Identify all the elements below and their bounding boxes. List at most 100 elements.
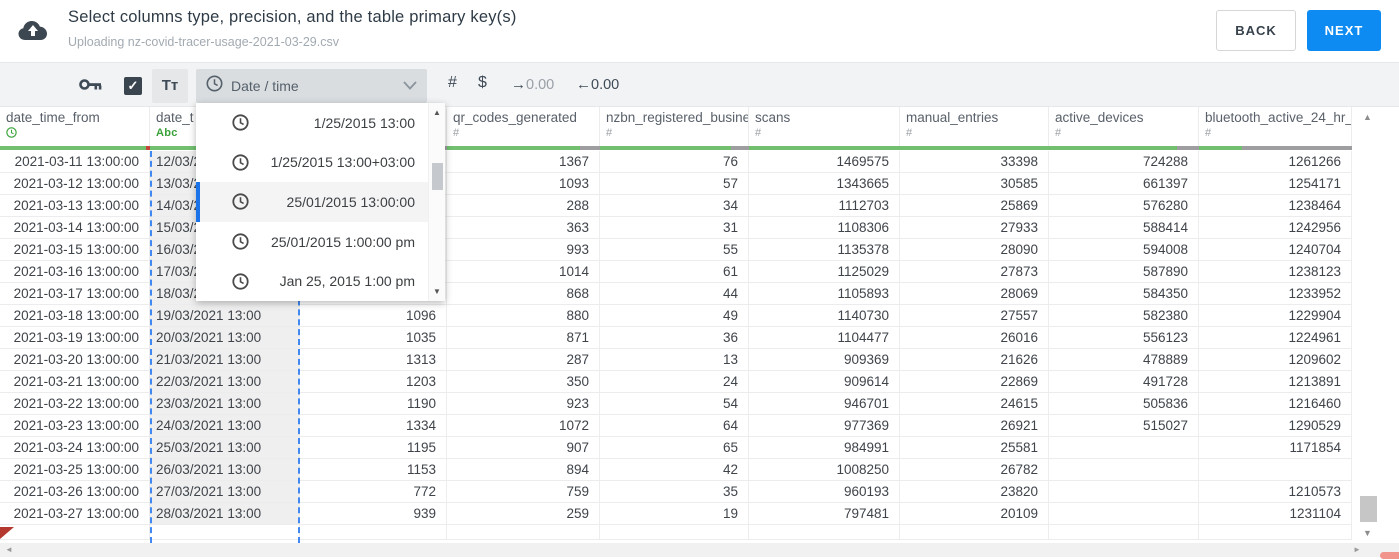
column-header-date_time_from[interactable]: date_time_from [0, 107, 150, 146]
currency-type-icon[interactable]: $ [478, 74, 487, 92]
scroll-down-icon[interactable]: ▼ [1363, 528, 1372, 538]
boolean-type-checkbox[interactable]: ✓ [124, 77, 142, 95]
clock-icon [232, 233, 249, 250]
table-cell: 2021-03-27 13:00:00 [0, 503, 150, 524]
empty-cell [447, 525, 600, 539]
table-cell: 923 [447, 393, 600, 414]
date-format-dropdown-list: 1/25/2015 13:00 1/25/2015 13:00+03:00 25/0… [196, 103, 445, 301]
text-type-button[interactable]: Tᴛ [152, 69, 188, 103]
table-cell: 259 [447, 503, 600, 524]
table-cell: 588414 [1049, 217, 1199, 238]
date-format-option[interactable]: 1/25/2015 13:00 [196, 103, 445, 143]
table-cell: 1105893 [749, 283, 900, 304]
table-cell: 287 [447, 349, 600, 370]
decimal-increase-button[interactable]: →0.00 [511, 76, 554, 93]
scroll-down-icon[interactable]: ▼ [433, 287, 441, 296]
quality-bar [900, 146, 1049, 150]
table-cell: 993 [447, 239, 600, 260]
horizontal-scrollbar-thumb[interactable] [1380, 552, 1399, 559]
dropdown-scrollbar[interactable]: ▲ ▼ [428, 103, 445, 301]
back-button[interactable]: BACK [1216, 10, 1296, 51]
scroll-up-icon[interactable]: ▲ [433, 108, 441, 117]
column-header-bluetooth_active_24_hr_[interactable]: bluetooth_active_24_hr_ # [1199, 107, 1352, 146]
table-cell: 759 [447, 481, 600, 502]
table-cell: 1240704 [1199, 239, 1352, 260]
table-cell: 1469575 [749, 151, 900, 172]
dropdown-scrollbar-thumb[interactable] [432, 163, 443, 190]
table-horizontal-scrollbar[interactable]: ◄ ► [0, 543, 1399, 557]
date-format-option[interactable]: 25/01/2015 13:00:00 [196, 182, 445, 222]
empty-cell [749, 525, 900, 539]
table-row: 2021-03-21 13:00:00 22/03/2021 13:00 1203 3… [0, 371, 1352, 393]
table-cell: 76 [600, 151, 749, 172]
table-cell: 772 [300, 481, 447, 502]
table-cell: 2021-03-15 13:00:00 [0, 239, 150, 260]
table-cell: 491728 [1049, 371, 1199, 392]
table-cell: 27557 [900, 305, 1049, 326]
column-header-scans[interactable]: scans # [749, 107, 900, 146]
decimal-decrease-button[interactable]: ←0.00 [576, 76, 619, 93]
table-cell: 1112703 [749, 195, 900, 216]
table-cell: 2021-03-26 13:00:00 [0, 481, 150, 502]
date-format-option[interactable]: 1/25/2015 13:00+03:00 [196, 143, 445, 183]
table-cell: 25581 [900, 437, 1049, 458]
table-cell: 880 [447, 305, 600, 326]
quality-bar [447, 146, 600, 150]
table-row: 2021-03-25 13:00:00 26/03/2021 13:00 1153 8… [0, 459, 1352, 481]
arrow-right-icon: → [511, 76, 526, 93]
truncation-marker [0, 527, 14, 539]
table-cell: 478889 [1049, 349, 1199, 370]
table-row: 2021-03-26 13:00:00 27/03/2021 13:00 772 75… [0, 481, 1352, 503]
scroll-up-icon[interactable]: ▲ [1363, 112, 1372, 122]
selected-option-bar [196, 182, 200, 222]
table-cell: 22/03/2021 13:00 [150, 371, 300, 392]
scroll-left-icon[interactable]: ◄ [5, 545, 13, 554]
table-cell: 21626 [900, 349, 1049, 370]
column-header-active_devices[interactable]: active_devices # [1049, 107, 1199, 146]
table-cell: 2021-03-25 13:00:00 [0, 459, 150, 480]
column-header-manual_entries[interactable]: manual_entries # [900, 107, 1049, 146]
table-cell: 2021-03-12 13:00:00 [0, 173, 150, 194]
column-header-nzbn_registered_busine[interactable]: nzbn_registered_busine # [600, 107, 749, 146]
table-cell: 24615 [900, 393, 1049, 414]
number-type-icon[interactable]: # [448, 74, 457, 92]
table-cell: 1224961 [1199, 327, 1352, 348]
table-cell: 57 [600, 173, 749, 194]
table-cell: 350 [447, 371, 600, 392]
table-vertical-scrollbar[interactable]: ▲ ▼ [1358, 108, 1380, 542]
scroll-right-icon[interactable]: ► [1353, 545, 1361, 554]
table-cell: 23/03/2021 13:00 [150, 393, 300, 414]
empty-cell [150, 525, 300, 539]
table-cell: 1104477 [749, 327, 900, 348]
clock-icon [232, 273, 249, 290]
table-cell: 65 [600, 437, 749, 458]
table-cell: 31 [600, 217, 749, 238]
table-cell: 34 [600, 195, 749, 216]
table-cell: 2021-03-18 13:00:00 [0, 305, 150, 326]
option-label: 1/25/2015 13:00+03:00 [270, 154, 415, 171]
table-cell: 1213891 [1199, 371, 1352, 392]
clock-icon [232, 154, 249, 171]
empty-row [0, 525, 1352, 540]
date-format-option[interactable]: Jan 25, 2015 1:00 pm [196, 261, 445, 301]
table-cell: 27/03/2021 13:00 [150, 481, 300, 502]
table-row: 2021-03-18 13:00:00 19/03/2021 13:00 1096 8… [0, 305, 1352, 327]
clock-icon [232, 114, 249, 131]
date-format-option[interactable]: 25/01/2015 1:00:00 pm [196, 222, 445, 262]
empty-cell [0, 525, 150, 539]
table-cell: 30585 [900, 173, 1049, 194]
datetime-type-dropdown[interactable]: Date / time [196, 69, 427, 103]
table-cell: 33398 [900, 151, 1049, 172]
clock-icon [232, 193, 249, 211]
table-cell [1199, 459, 1352, 480]
column-header-qr_codes_generated[interactable]: qr_codes_generated # [447, 107, 600, 146]
table-cell: 1261266 [1199, 151, 1352, 172]
table-cell: 25/03/2021 13:00 [150, 437, 300, 458]
primary-key-icon[interactable] [79, 78, 102, 96]
table-cell: 21/03/2021 13:00 [150, 349, 300, 370]
table-row: 2021-03-23 13:00:00 24/03/2021 13:00 1334 1… [0, 415, 1352, 437]
next-button[interactable]: NEXT [1307, 10, 1381, 51]
option-label: 25/01/2015 1:00:00 pm [270, 233, 415, 250]
table-cell: 909369 [749, 349, 900, 370]
vertical-scrollbar-thumb[interactable] [1360, 496, 1377, 522]
